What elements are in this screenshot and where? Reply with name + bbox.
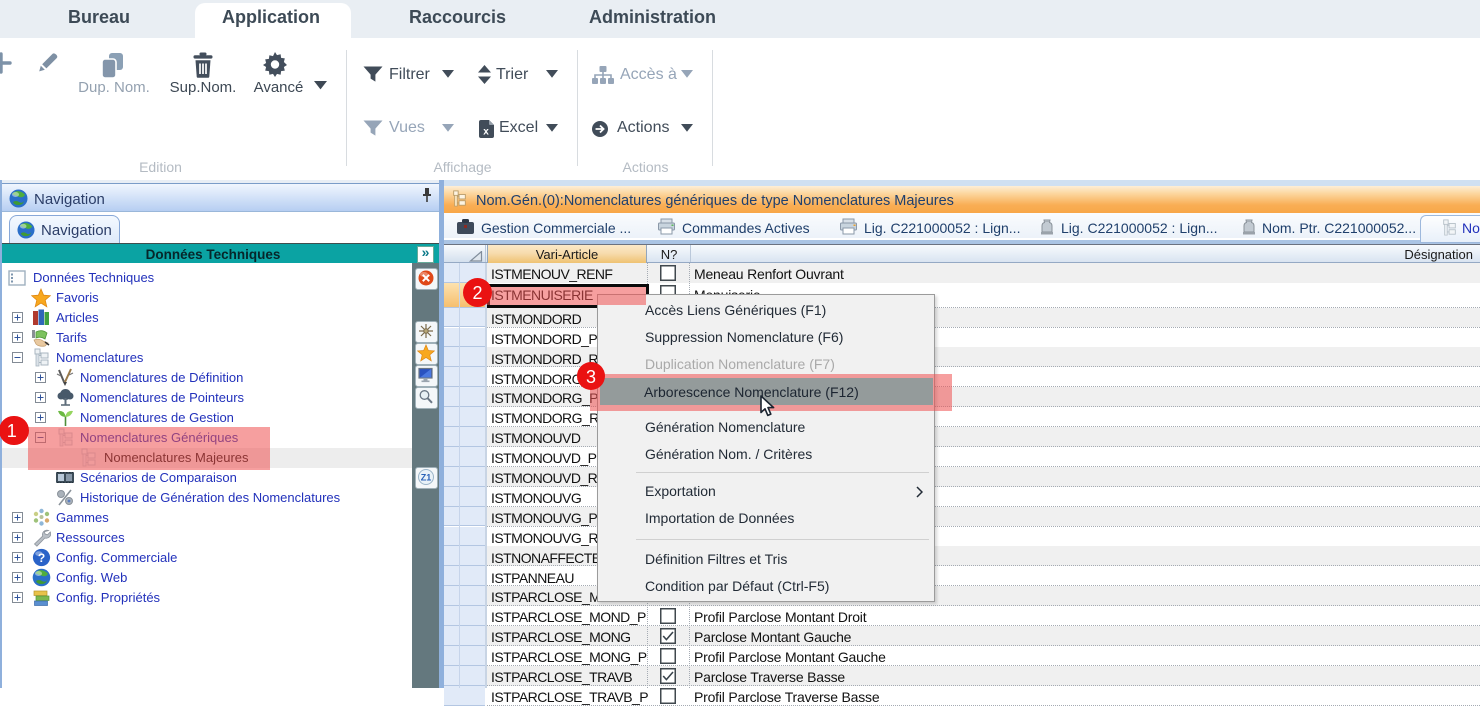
- svg-text:?: ?: [38, 551, 45, 565]
- svg-text:x: x: [483, 127, 489, 138]
- svg-text:Z1: Z1: [421, 473, 432, 483]
